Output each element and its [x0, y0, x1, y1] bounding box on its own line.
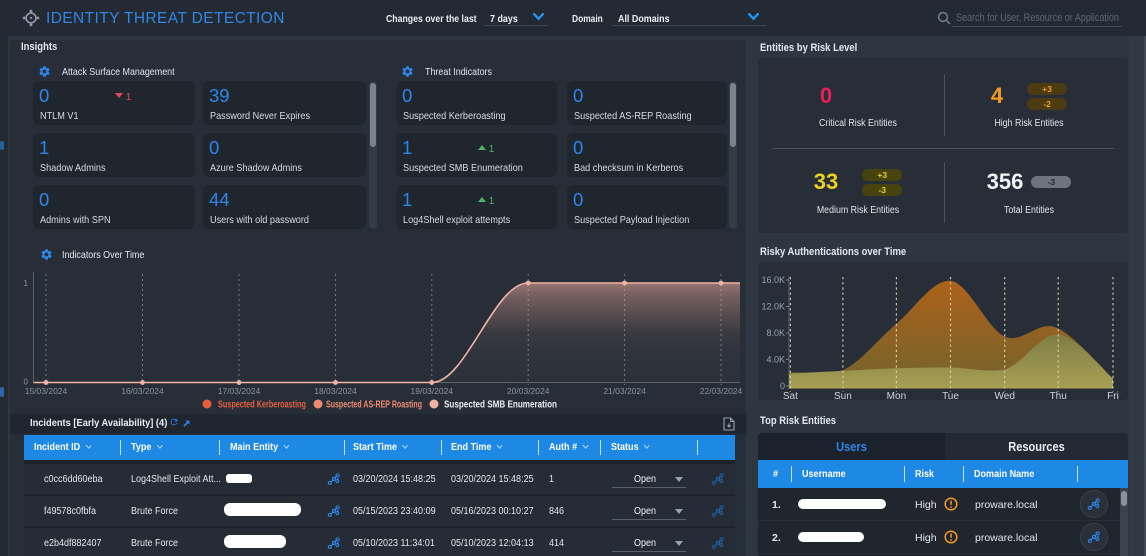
svg-text:Suspected Kerberoasting: Suspected Kerberoasting	[218, 400, 306, 411]
svg-text:22/03/2024: 22/03/2024	[700, 386, 743, 396]
svg-text:Thu: Thu	[1050, 391, 1067, 400]
svg-text:4.0K: 4.0K	[766, 355, 785, 365]
svg-text:20/03/2024: 20/03/2024	[507, 386, 550, 396]
svg-text:Wed: Wed	[995, 391, 1015, 400]
svg-text:0: 0	[780, 381, 785, 391]
svg-text:19/03/2024: 19/03/2024	[411, 386, 454, 396]
svg-text:16.0K: 16.0K	[761, 275, 785, 285]
svg-text:Fri: Fri	[1107, 391, 1119, 400]
svg-text:Tue: Tue	[942, 391, 959, 400]
svg-text:15/03/2024: 15/03/2024	[25, 386, 68, 396]
svg-text:18/03/2024: 18/03/2024	[314, 386, 357, 396]
svg-text:Suspected SMB Enumeration: Suspected SMB Enumeration	[444, 400, 557, 411]
svg-text:8.0K: 8.0K	[766, 328, 785, 338]
svg-text:16/03/2024: 16/03/2024	[121, 386, 164, 396]
svg-text:Mon: Mon	[887, 391, 906, 400]
svg-text:1: 1	[24, 279, 29, 288]
svg-text:12.0K: 12.0K	[761, 302, 785, 312]
svg-text:Sun: Sun	[834, 391, 852, 400]
svg-text:Sat: Sat	[783, 391, 798, 400]
svg-text:17/03/2024: 17/03/2024	[218, 386, 261, 396]
svg-text:Suspected AS-REP Roasting: Suspected AS-REP Roasting	[326, 400, 422, 411]
svg-text:21/03/2024: 21/03/2024	[603, 386, 646, 396]
